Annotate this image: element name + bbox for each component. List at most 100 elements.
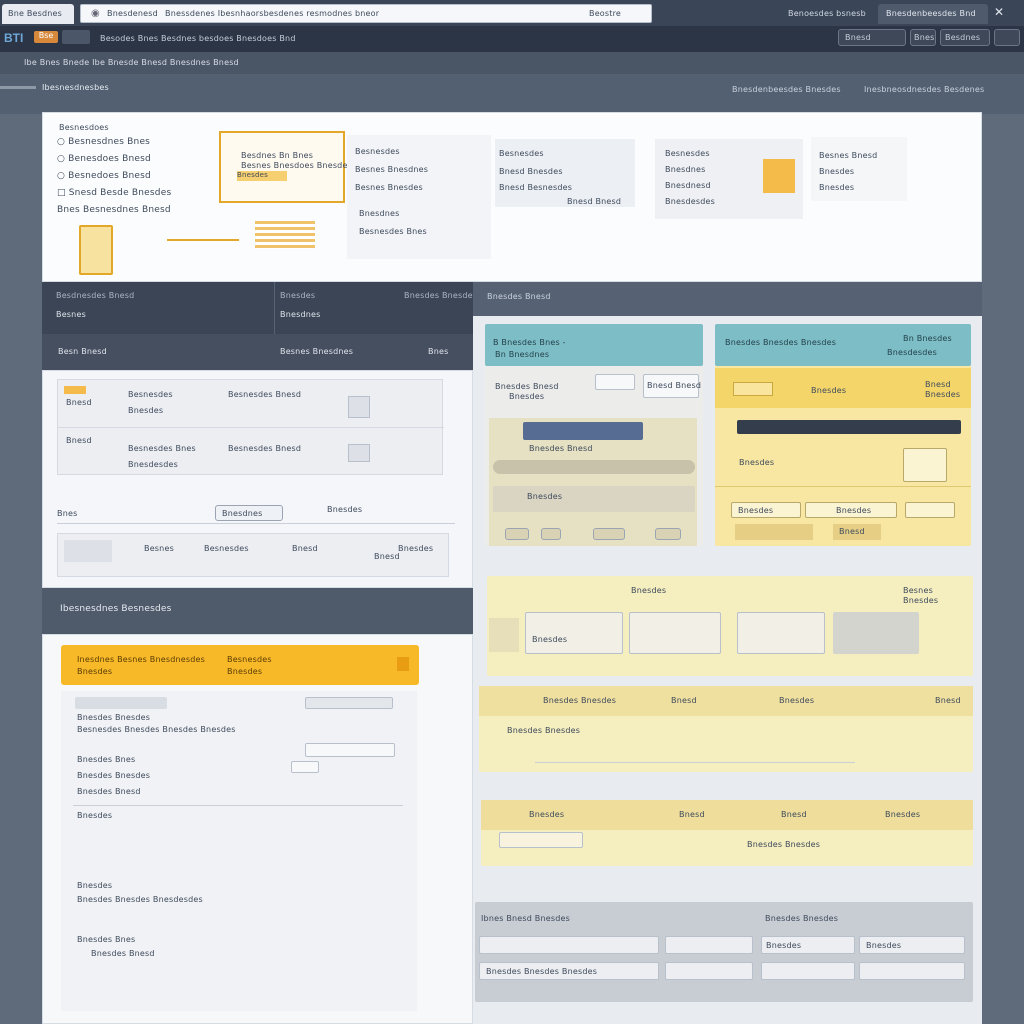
- strip-field[interactable]: [629, 612, 721, 654]
- summary-thumb: [64, 540, 112, 562]
- menu-toggle-button[interactable]: [62, 30, 90, 44]
- main-menu[interactable]: Besodes Bnes Besdnes besdoes Bnesdoes Bn…: [100, 34, 296, 43]
- footer-field[interactable]: Bnesdes: [761, 936, 855, 954]
- document-icon: [79, 225, 113, 275]
- table-header: Bnesdes Bnesdes: [404, 291, 478, 300]
- small-button[interactable]: [505, 528, 529, 540]
- column-row: Bnesd Besnesdes: [499, 183, 573, 192]
- stack-icon: [255, 221, 315, 249]
- info-strip[interactable]: Bnesdes Besnes Bnesdes Bnesdes: [487, 576, 973, 676]
- info-strip[interactable]: Bnesdes Bnesd Bnesd Bnesdes Bnesdes Bnes…: [481, 800, 973, 866]
- menu-button-4[interactable]: [994, 29, 1020, 46]
- tab-label: Bne Besdnes: [8, 9, 63, 18]
- browser-tab[interactable]: Bne Besdnes: [2, 4, 74, 24]
- option-field[interactable]: [595, 374, 635, 390]
- strip-field[interactable]: [499, 832, 583, 848]
- list-item-sub: Bnesdesdes: [128, 460, 178, 469]
- menu-button-3[interactable]: Besdnes: [945, 33, 980, 42]
- summary-cell: Bnesd: [292, 544, 318, 553]
- chip[interactable]: [733, 382, 773, 396]
- close-icon[interactable]: ✕: [994, 5, 1004, 19]
- page-header-link-2[interactable]: Inesbneosdnesdes Besdenes: [864, 85, 984, 94]
- toolbar-label: Benoesdes bsnesb: [788, 9, 866, 18]
- list-item[interactable]: Bnesd Besnesdes Bnes Bnesdesdes Besnesde…: [58, 428, 444, 476]
- pager-button[interactable]: Bnesdnes: [222, 509, 263, 518]
- details-form-card: Inesdnes Besnes Bnesdnesdes Bnesdes Besn…: [42, 634, 473, 1024]
- option-field[interactable]: Bnesd Bnesd: [643, 374, 701, 398]
- summary-table: Besdnesdes Bnesd Bnesdes Bnesdes Bnesdes…: [42, 282, 477, 370]
- footer-field[interactable]: [665, 962, 753, 980]
- footer-field[interactable]: Bnesdes Bnesdes Bnesdes: [479, 962, 659, 980]
- hero-list-item[interactable]: ○ Benesdoes Bnesd: [57, 154, 171, 164]
- page-header-link-1[interactable]: Bnesdenbeesdes Bnesdes: [732, 85, 841, 94]
- menu-button-1[interactable]: Bnesd: [845, 33, 871, 42]
- column-row: Bnesdnes: [359, 209, 400, 218]
- hero-list-item[interactable]: ○ Besnesdnes Bnes: [57, 137, 171, 147]
- alert-subtitle: Bnesdes: [77, 667, 113, 676]
- option-card-note: Bnesdesdes: [887, 348, 937, 357]
- small-button[interactable]: [655, 528, 681, 540]
- strip-button[interactable]: [833, 612, 919, 654]
- callout-box[interactable]: Besdnes Bn Bnes Besnes Bnesdoes Bnesdes …: [219, 131, 352, 203]
- form-field[interactable]: [291, 761, 319, 773]
- strip-text: Bnesd: [781, 810, 807, 819]
- hero-list-item[interactable]: Bnes Besnesdnes Bnesd: [57, 205, 171, 215]
- footer-field[interactable]: [665, 936, 753, 954]
- app-logo[interactable]: BTI: [4, 31, 23, 45]
- address-go-button[interactable]: Beostre: [589, 9, 621, 18]
- right-column: Bnesdes Bnesd B Bnesdes Bnes - Bn Bnesdn…: [473, 282, 982, 1024]
- small-button[interactable]: [593, 528, 625, 540]
- footer-title: Ibnes Bnesd Bnesdes: [481, 914, 571, 923]
- option-card-right[interactable]: Bnesdes Bnesdes Bnesdes Bn Bnesdes Bnesd…: [715, 324, 971, 546]
- alert-banner[interactable]: Inesdnes Besnes Bnesdnesdes Bnesdes Besn…: [61, 645, 419, 685]
- callout-tag: Bnesdes: [237, 171, 287, 181]
- menu-button-2[interactable]: Bnes: [914, 33, 934, 42]
- option-button[interactable]: Bnesdes: [805, 502, 897, 518]
- address-text: Bnessdenes Ibesnhaorsbesdenes resmodnes …: [165, 9, 380, 18]
- option-field[interactable]: [903, 448, 947, 482]
- hero-column-3: Besnesdes Bnesdnes Bnesdnesd Bnesdesdes: [655, 139, 803, 219]
- column-row: Besnes Bnesdes: [355, 183, 423, 192]
- form-field[interactable]: [75, 697, 167, 709]
- footer-field[interactable]: [859, 962, 965, 980]
- dark-input[interactable]: [737, 420, 961, 434]
- list-item[interactable]: Bnesd Besnesdes Bnesdes Besnesdes Bnesd: [58, 380, 444, 428]
- info-strip[interactable]: Bnesdes Bnesdes Bnesd Bnesdes Bnesd Bnes…: [479, 686, 973, 772]
- hero-list-item[interactable]: □ Snesd Besde Bnesdes: [57, 188, 171, 198]
- footer-field[interactable]: [761, 962, 855, 980]
- option-button[interactable]: [905, 502, 955, 518]
- table-cell: Besnes: [56, 310, 86, 319]
- footer-field[interactable]: Bnesdes: [859, 936, 965, 954]
- divider: [715, 486, 971, 487]
- strip-field[interactable]: Bnesdes: [525, 612, 623, 654]
- thumbnail: [348, 444, 370, 462]
- option-card-text: Bnesdes: [527, 492, 563, 501]
- option-row[interactable]: Bnesdes: [493, 486, 695, 512]
- form-field[interactable]: [305, 743, 395, 757]
- strip-field[interactable]: [737, 612, 825, 654]
- form-label: Bnesdes: [77, 811, 113, 820]
- browser-tab-right[interactable]: Bnesdenbeesdes Bnd: [878, 4, 988, 24]
- option-card-text: Bnesdes: [925, 390, 961, 399]
- address-bar[interactable]: ◉ Bnesdenesd Bnessdenes Ibesnhaorsbesden…: [80, 4, 652, 23]
- footer-field[interactable]: [479, 936, 659, 954]
- option-card-price: Bn Bnesdes: [903, 334, 952, 343]
- list-item-code: Bnesd: [66, 398, 92, 407]
- option-card-text: Bnesdes Bnesd: [529, 444, 593, 453]
- slider-track[interactable]: [493, 460, 695, 474]
- option-card-left[interactable]: B Bnesdes Bnes - Bn Bnesdnes Bnesdes Bne…: [485, 324, 703, 546]
- form-body: Bnesdes Bnesdes Besnesdes Bnesdes Bnesde…: [61, 691, 417, 1011]
- table-row[interactable]: Besn Bnesd Besnes Bnesdnes Bnes: [42, 334, 473, 370]
- strip-field-label: Bnesdes: [532, 635, 568, 644]
- option-button[interactable]: Bnesdes: [731, 502, 801, 518]
- footer-field-label: Bnesdes: [766, 941, 802, 950]
- alert-detail: Besnesdes: [227, 655, 272, 664]
- summary-row[interactable]: Besnes Besnesdes Bnesd Bnesd Bnesdes: [57, 533, 449, 577]
- small-button[interactable]: [541, 528, 561, 540]
- hero-list-item[interactable]: ○ Besnedoes Bnesd: [57, 171, 171, 181]
- progress-bar: [523, 422, 643, 440]
- list-item-title: Besnesdes Bnesd: [228, 444, 302, 453]
- form-field[interactable]: [305, 697, 393, 709]
- divider: [73, 805, 403, 806]
- section-header: Ibesnesdnes Besnesdes: [42, 588, 473, 634]
